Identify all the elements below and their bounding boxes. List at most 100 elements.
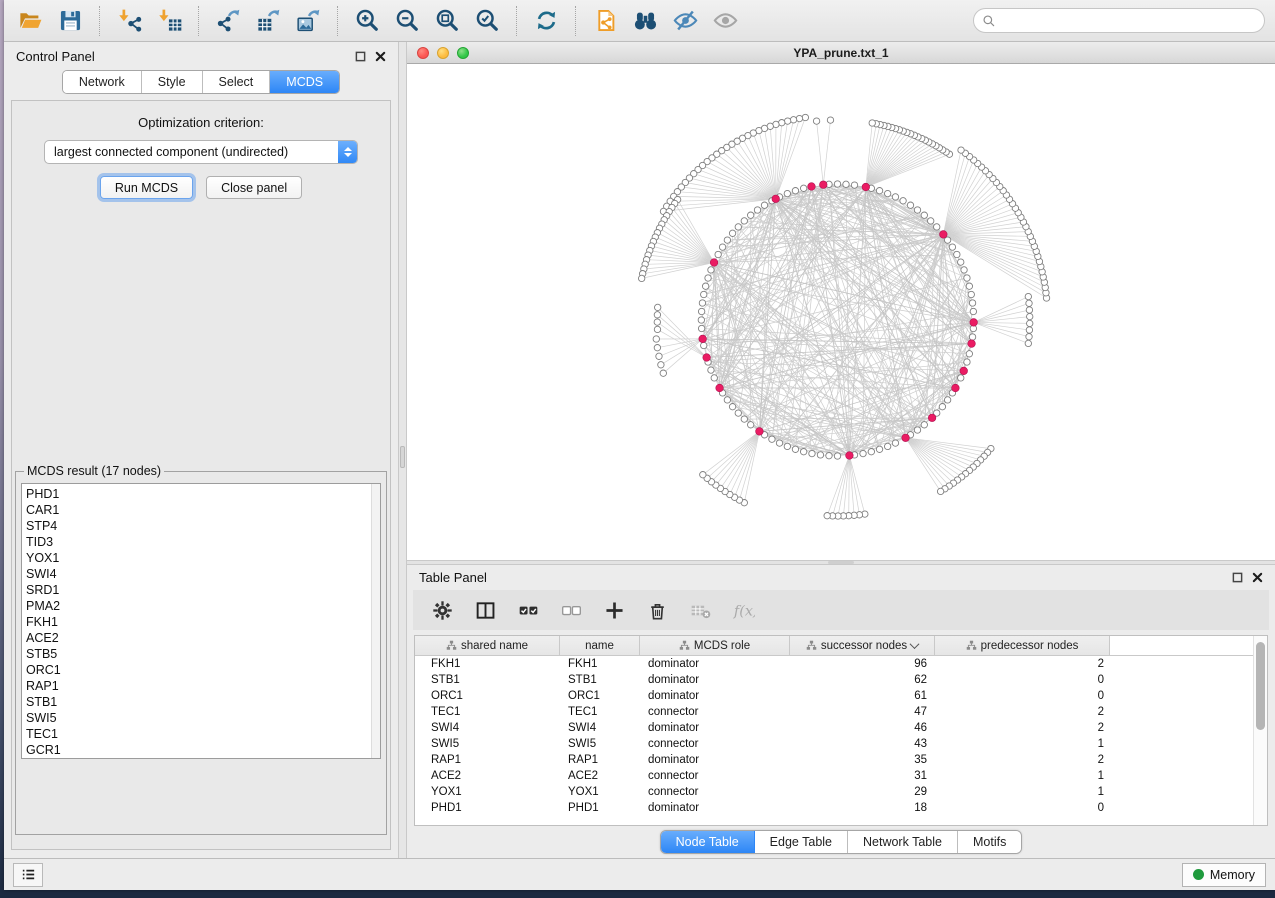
- table-cell[interactable]: ORC1: [560, 690, 640, 702]
- split-panel-icon[interactable]: [472, 597, 498, 623]
- table-scrollbar[interactable]: [1253, 636, 1267, 825]
- table-cell[interactable]: dominator: [640, 674, 790, 686]
- float-panel-icon[interactable]: [355, 51, 366, 62]
- zoom-fit-icon[interactable]: [427, 3, 467, 39]
- zoom-in-icon[interactable]: [347, 3, 387, 39]
- table-cell[interactable]: STB1: [560, 674, 640, 686]
- mcds-result-item[interactable]: SWI4: [26, 566, 371, 582]
- table-cell[interactable]: 1: [935, 770, 1110, 782]
- table-cell[interactable]: ACE2: [415, 770, 560, 782]
- table-cell[interactable]: 0: [935, 690, 1110, 702]
- import-network-icon[interactable]: [109, 3, 149, 39]
- column-header-successor-nodes[interactable]: successor nodes: [790, 636, 935, 656]
- export-network-icon[interactable]: [208, 3, 248, 39]
- network-graph[interactable]: [407, 64, 1275, 560]
- table-cell[interactable]: STB1: [415, 674, 560, 686]
- mcds-result-item[interactable]: YOX1: [26, 550, 371, 566]
- refresh-icon[interactable]: [526, 3, 566, 39]
- table-cell[interactable]: FKH1: [415, 658, 560, 670]
- scrollbar-thumb[interactable]: [1256, 642, 1265, 730]
- table-cell[interactable]: 29: [790, 786, 935, 798]
- mcds-result-item[interactable]: PMA2: [26, 598, 371, 614]
- table-cell[interactable]: YOX1: [415, 786, 560, 798]
- table-cell[interactable]: 1: [935, 786, 1110, 798]
- float-panel-icon[interactable]: [1232, 572, 1243, 583]
- mcds-result-item[interactable]: SWI5: [26, 710, 371, 726]
- table-row[interactable]: YOX1YOX1connector291: [415, 784, 1267, 800]
- table-cell[interactable]: SWI5: [560, 738, 640, 750]
- table-cell[interactable]: 2: [935, 754, 1110, 766]
- memory-button[interactable]: Memory: [1182, 863, 1266, 887]
- table-cell[interactable]: SWI4: [415, 722, 560, 734]
- column-header-name[interactable]: name: [560, 636, 640, 656]
- mcds-result-item[interactable]: SRD1: [26, 582, 371, 598]
- tab-network[interactable]: Network: [63, 71, 142, 93]
- table-cell[interactable]: 61: [790, 690, 935, 702]
- table-cell[interactable]: ORC1: [415, 690, 560, 702]
- close-panel-icon[interactable]: [1252, 572, 1263, 583]
- table-cell[interactable]: connector: [640, 738, 790, 750]
- table-cell[interactable]: 62: [790, 674, 935, 686]
- table-row[interactable]: PHD1PHD1dominator180: [415, 800, 1267, 816]
- deselect-all-icon[interactable]: [558, 597, 584, 623]
- run-mcds-button[interactable]: Run MCDS: [100, 176, 193, 199]
- table-row[interactable]: TEC1TEC1connector472: [415, 704, 1267, 720]
- mcds-result-item[interactable]: TID3: [26, 534, 371, 550]
- table-cell[interactable]: connector: [640, 770, 790, 782]
- table-cell[interactable]: dominator: [640, 754, 790, 766]
- tab-mcds[interactable]: MCDS: [270, 71, 339, 93]
- settings-gear-icon[interactable]: [429, 597, 455, 623]
- open-icon[interactable]: [10, 3, 50, 39]
- mcds-result-item[interactable]: ACE2: [26, 630, 371, 646]
- table-cell[interactable]: 96: [790, 658, 935, 670]
- clone-network-icon[interactable]: [585, 3, 625, 39]
- table-cell[interactable]: SWI4: [560, 722, 640, 734]
- mcds-result-item[interactable]: FKH1: [26, 614, 371, 630]
- tab-motifs[interactable]: Motifs: [958, 831, 1021, 853]
- table-cell[interactable]: 2: [935, 722, 1110, 734]
- hide-graphics-details-icon[interactable]: [665, 3, 705, 39]
- table-cell[interactable]: SWI5: [415, 738, 560, 750]
- zoom-selected-icon[interactable]: [467, 3, 507, 39]
- column-header-predecessor-nodes[interactable]: predecessor nodes: [935, 636, 1110, 656]
- table-cell[interactable]: PHD1: [560, 802, 640, 814]
- table-cell[interactable]: dominator: [640, 690, 790, 702]
- table-cell[interactable]: TEC1: [560, 706, 640, 718]
- table-cell[interactable]: RAP1: [560, 754, 640, 766]
- table-cell[interactable]: ACE2: [560, 770, 640, 782]
- tab-network-table[interactable]: Network Table: [848, 831, 958, 853]
- table-cell[interactable]: 1: [935, 738, 1110, 750]
- splitter-grip-icon[interactable]: [400, 446, 405, 468]
- mcds-result-item[interactable]: STP4: [26, 518, 371, 534]
- task-history-button[interactable]: [13, 863, 43, 887]
- close-panel-icon[interactable]: [375, 51, 386, 62]
- splitter-grip-icon[interactable]: [828, 561, 854, 564]
- search-box[interactable]: [973, 8, 1265, 33]
- delete-column-icon[interactable]: [644, 597, 670, 623]
- close-window-icon[interactable]: [417, 47, 429, 59]
- mcds-result-item[interactable]: RAP1: [26, 678, 371, 694]
- table-cell[interactable]: 31: [790, 770, 935, 782]
- tab-edge-table[interactable]: Edge Table: [755, 831, 848, 853]
- table-cell[interactable]: connector: [640, 786, 790, 798]
- table-cell[interactable]: 47: [790, 706, 935, 718]
- minimize-window-icon[interactable]: [437, 47, 449, 59]
- table-row[interactable]: SWI4SWI4dominator462: [415, 720, 1267, 736]
- zoom-out-icon[interactable]: [387, 3, 427, 39]
- table-row[interactable]: RAP1RAP1dominator352: [415, 752, 1267, 768]
- horizontal-splitter[interactable]: [407, 560, 1275, 565]
- criterion-select[interactable]: largest connected component (undirected): [44, 140, 358, 164]
- network-canvas[interactable]: [407, 64, 1275, 560]
- mcds-result-item[interactable]: CAR1: [26, 502, 371, 518]
- tab-select[interactable]: Select: [203, 71, 271, 93]
- tab-style[interactable]: Style: [142, 71, 203, 93]
- search-input[interactable]: [1001, 14, 1256, 28]
- table-cell[interactable]: 2: [935, 658, 1110, 670]
- mcds-result-item[interactable]: TEC1: [26, 726, 371, 742]
- column-header-shared-name[interactable]: shared name: [415, 636, 560, 656]
- mcds-result-item[interactable]: PHD1: [26, 486, 371, 502]
- tab-node-table[interactable]: Node Table: [661, 831, 755, 853]
- table-cell[interactable]: dominator: [640, 722, 790, 734]
- close-panel-button[interactable]: Close panel: [206, 176, 302, 199]
- select-all-icon[interactable]: [515, 597, 541, 623]
